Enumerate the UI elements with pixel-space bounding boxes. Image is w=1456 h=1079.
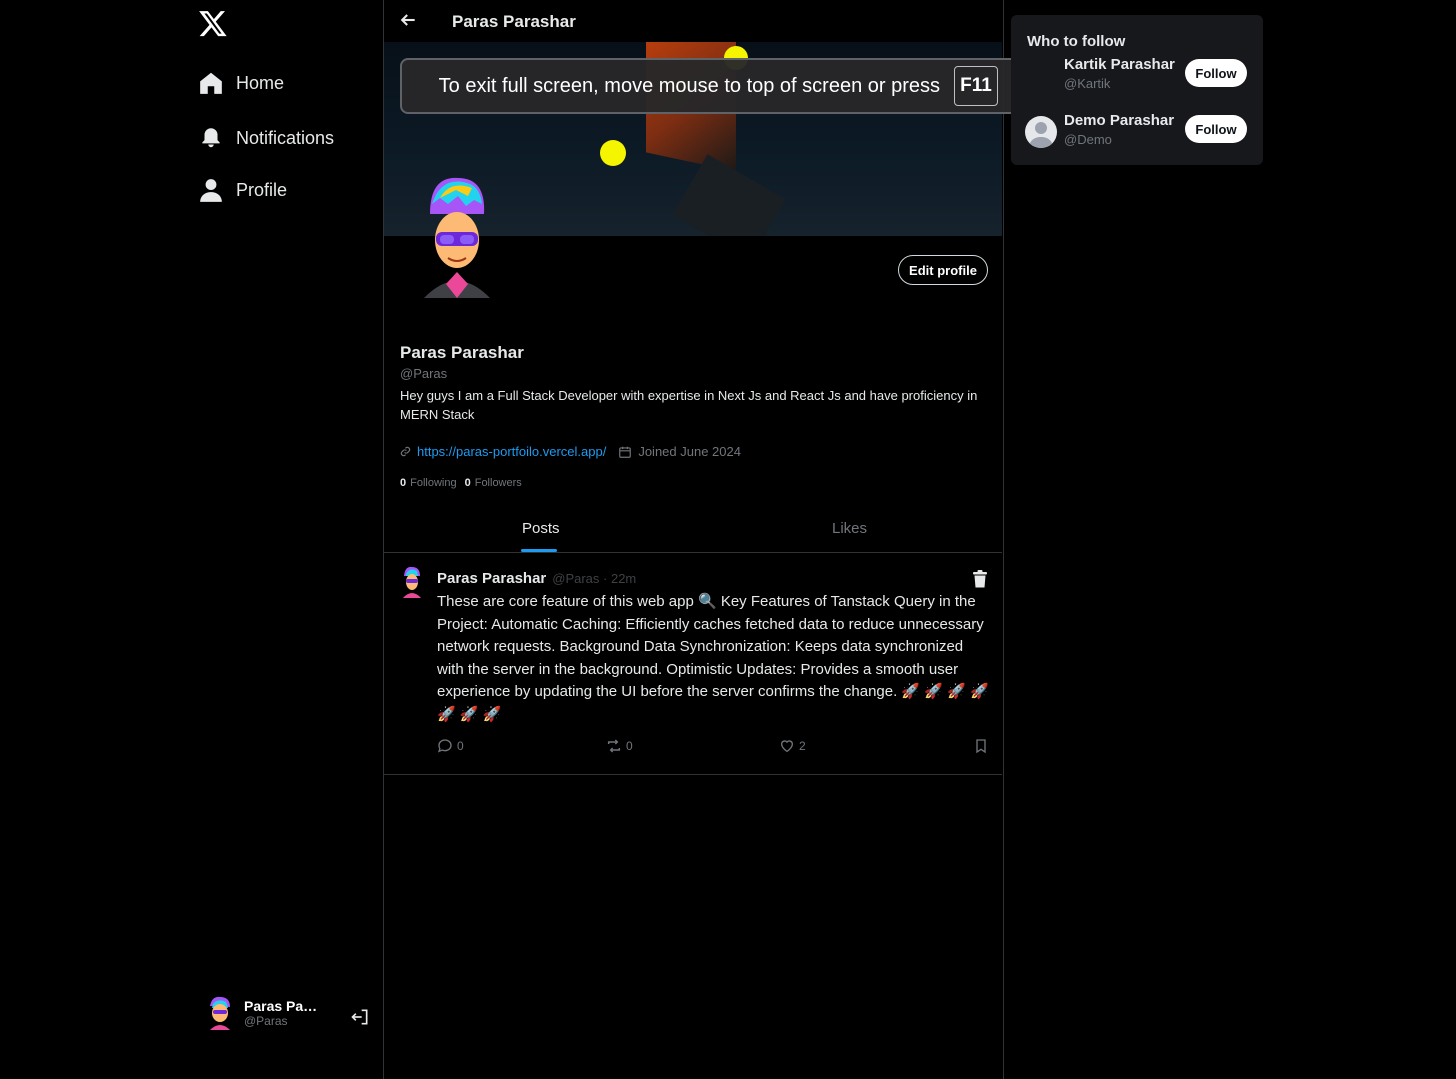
bell-icon: [202, 128, 220, 148]
profile-avatar[interactable]: [420, 174, 494, 298]
nav-profile-label: Profile: [236, 179, 288, 200]
post-item[interactable]: Paras Parashar @Paras · 22m These are co…: [384, 552, 1002, 775]
bookmark-icon: [976, 739, 986, 754]
suggestion-name: Kartik Parashar: [1064, 56, 1175, 73]
fullscreen-key: F11: [954, 66, 998, 106]
account-switcher[interactable]: Paras Par... @Paras: [204, 996, 374, 1030]
cover-shape: [672, 154, 786, 236]
profile-handle: @Paras: [400, 366, 448, 381]
nav-notifications[interactable]: Notifications: [198, 125, 334, 151]
who-to-follow-title: Who to follow: [1027, 33, 1126, 50]
profile-link[interactable]: https://paras-portfoilo.vercel.app/: [417, 444, 606, 459]
account-handle: @Paras: [244, 1014, 288, 1028]
profile-bio: Hey guys I am a Full Stack Developer wit…: [400, 388, 978, 422]
post-text: These are core feature of this web app 🔍…: [437, 593, 989, 723]
heart-icon: [780, 740, 794, 753]
tab-posts[interactable]: Posts: [522, 520, 560, 537]
like-button[interactable]: 2: [779, 738, 806, 754]
fullscreen-notice: To exit full screen, move mouse to top o…: [400, 58, 1056, 114]
link-icon: [400, 446, 411, 457]
default-avatar-icon: [1025, 116, 1057, 148]
user-icon: [200, 179, 222, 202]
x-logo-icon[interactable]: [198, 8, 228, 38]
nav-notifications-label: Notifications: [236, 127, 335, 148]
home-icon: [200, 72, 222, 94]
trash-icon[interactable]: [972, 570, 988, 588]
bookmark-button[interactable]: [973, 738, 989, 754]
post-author[interactable]: Paras Parashar: [437, 570, 546, 587]
profile-name: Paras Parashar: [400, 343, 524, 362]
calendar-icon: [619, 446, 632, 458]
profile-tabs: Posts Likes: [384, 504, 1002, 553]
nav-home[interactable]: Home: [198, 70, 284, 96]
suggestion-name: Demo Parashar: [1064, 112, 1175, 129]
page-title: Paras Parashar: [452, 12, 576, 31]
back-arrow-icon[interactable]: [398, 10, 418, 30]
tab-likes[interactable]: Likes: [832, 520, 867, 537]
follow-button[interactable]: Follow: [1185, 59, 1247, 87]
nav-profile[interactable]: Profile: [198, 177, 287, 203]
edit-profile-button[interactable]: Edit profile: [898, 255, 988, 285]
avatar: [210, 996, 230, 1030]
profile-meta: https://paras-portfoilo.vercel.app/ Join…: [400, 444, 741, 459]
post-avatar[interactable]: [400, 566, 424, 598]
follow-counts: 0 Following 0 Followers: [400, 477, 522, 489]
following-count[interactable]: 0 Following: [400, 477, 457, 489]
account-name: Paras Par...: [244, 998, 319, 1014]
profile-header: Paras Parashar: [384, 0, 1003, 42]
main-column: Paras Parashar To exit full screen, move…: [384, 0, 1056, 1079]
suggestion-handle: @Kartik: [1064, 76, 1111, 91]
comment-button[interactable]: 0: [437, 738, 464, 754]
suggestion-item[interactable]: Kartik Parashar @Kartik Follow: [1011, 56, 1263, 100]
followers-count[interactable]: 0 Followers: [465, 477, 522, 489]
cover-dot: [600, 140, 626, 166]
who-to-follow-panel: Who to follow Kartik Parashar @Kartik Fo…: [1011, 15, 1263, 165]
repost-button[interactable]: 0: [606, 738, 633, 754]
post-actions: 0 0 2: [437, 738, 989, 758]
suggestion-handle: @Demo: [1064, 132, 1112, 147]
fullscreen-message: To exit full screen, move mouse to top o…: [438, 74, 940, 97]
repost-icon: [607, 739, 621, 753]
post-header: Paras Parashar @Paras · 22m: [437, 570, 636, 587]
follow-button[interactable]: Follow: [1185, 115, 1247, 143]
left-sidebar: Home Notifications Profile Paras Par... …: [0, 0, 384, 1079]
nav-home-label: Home: [236, 72, 285, 93]
logout-icon[interactable]: [350, 1007, 370, 1027]
comment-icon: [437, 739, 452, 753]
joined-date: Joined June 2024: [618, 444, 741, 459]
post-meta: @Paras · 22m: [552, 571, 637, 586]
joined-text: Joined June 2024: [638, 444, 741, 459]
suggestion-item[interactable]: Demo Parashar @Demo Follow: [1011, 112, 1263, 156]
